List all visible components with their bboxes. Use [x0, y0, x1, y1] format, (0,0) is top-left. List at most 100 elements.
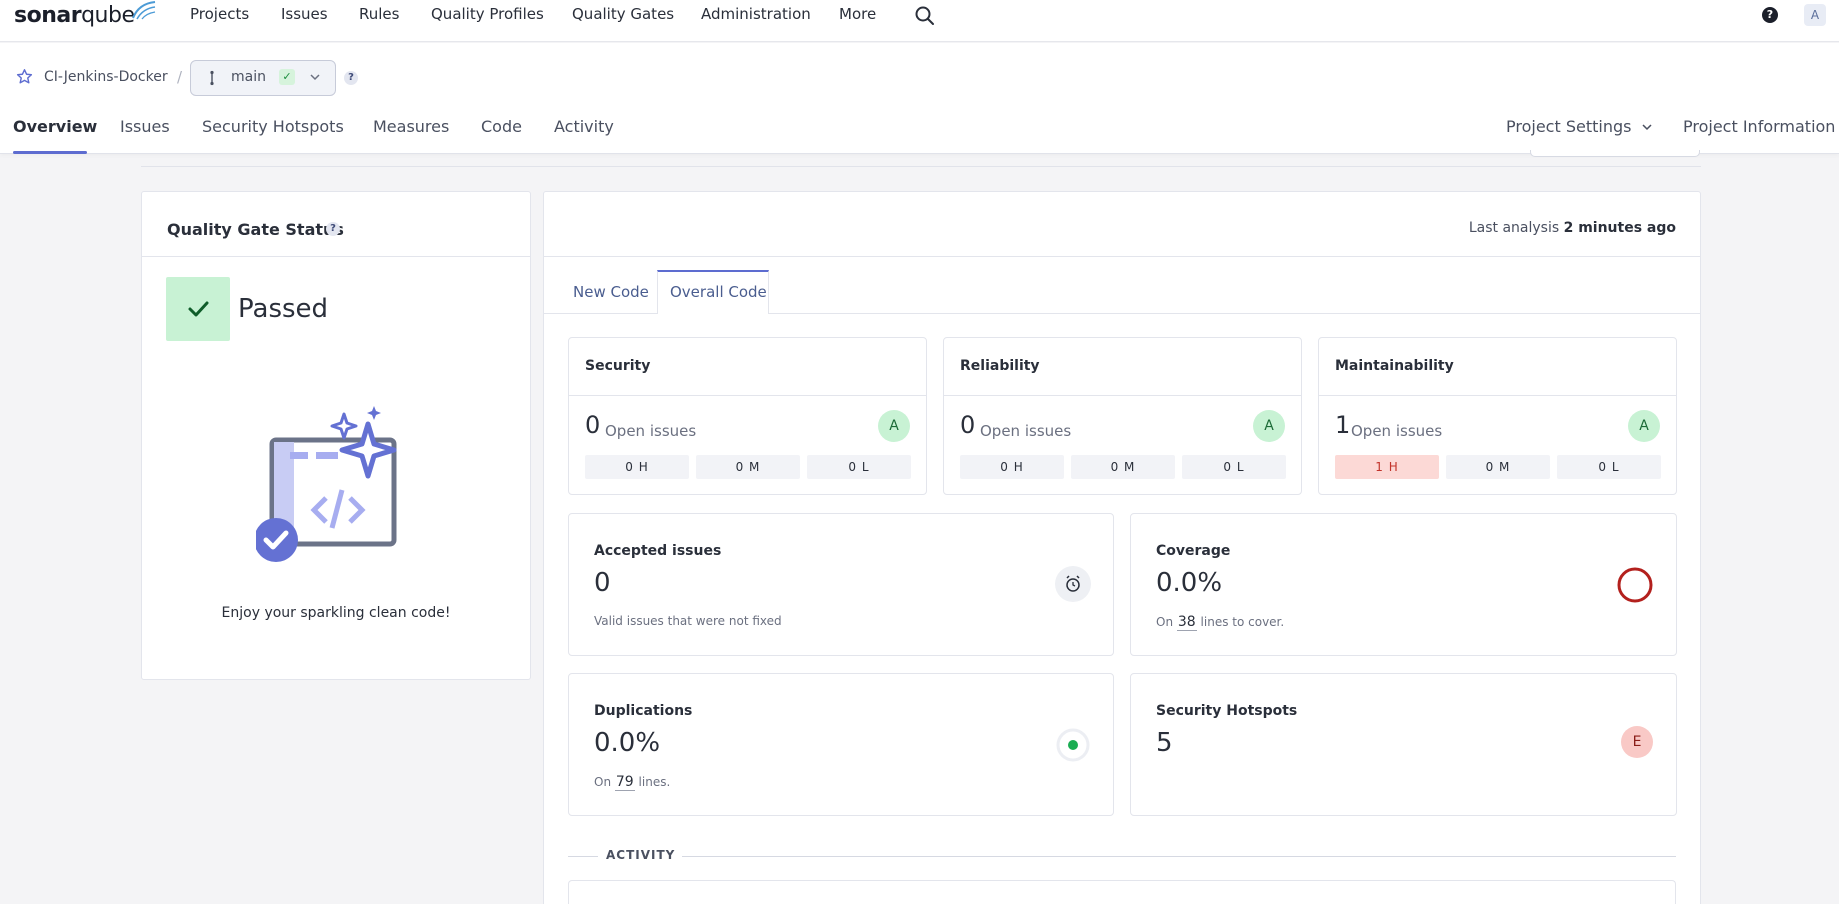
- security-count[interactable]: 0: [585, 411, 600, 439]
- nav-rules[interactable]: Rules: [359, 5, 399, 23]
- last-analysis-time: 2 minutes ago: [1563, 220, 1676, 236]
- quality-gate-status: Passed: [238, 294, 329, 324]
- nav-projects[interactable]: Projects: [190, 5, 249, 23]
- security-hotspots-card[interactable]: Security Hotspots 5 E: [1130, 673, 1677, 816]
- duplications-ring-icon: [1056, 728, 1090, 762]
- coverage-value[interactable]: 0.0%: [1156, 568, 1222, 598]
- branch-status-check-icon: ✓: [279, 69, 295, 85]
- reliability-medium[interactable]: 0 M: [1071, 455, 1175, 479]
- last-analysis: Last analysis 2 minutes ago: [1469, 220, 1676, 236]
- maintainability-title: Maintainability: [1335, 358, 1454, 374]
- duplications-subtitle: On 79 lines.: [594, 774, 671, 791]
- tab-activity[interactable]: Activity: [554, 117, 614, 136]
- maintainability-card[interactable]: Maintainability 1 Open issues A 1 H 0 M …: [1318, 337, 1677, 495]
- measures-card: Last analysis 2 minutes ago New Code Ove…: [543, 191, 1701, 904]
- coverage-subtitle: On 38 lines to cover.: [1156, 614, 1285, 631]
- logo-text-light: qube: [81, 3, 135, 28]
- duplications-sub-suffix: lines.: [638, 775, 671, 789]
- tab-new-code[interactable]: New Code: [573, 283, 649, 301]
- security-grade[interactable]: A: [878, 410, 910, 442]
- section-divider: [141, 166, 1701, 167]
- top-navigation-bar: sonar qube Projects Issues Rules Quality …: [0, 0, 1839, 42]
- activity-panel: [568, 880, 1676, 904]
- duplications-sub-prefix: On: [594, 775, 612, 789]
- accepted-issues-card[interactable]: Accepted issues 0 Valid issues that were…: [568, 513, 1114, 656]
- coverage-sub-prefix: On: [1156, 615, 1174, 629]
- sonar-waves-icon: [131, 1, 155, 20]
- nav-administration[interactable]: Administration: [701, 5, 811, 23]
- breadcrumb-separator: /: [177, 68, 183, 86]
- coverage-sub-suffix: lines to cover.: [1200, 615, 1285, 629]
- project-information-link[interactable]: Project Information: [1683, 117, 1835, 136]
- security-hotspots-grade[interactable]: E: [1621, 726, 1653, 758]
- tab-overall-code[interactable]: Overall Code: [670, 283, 767, 301]
- coverage-title: Coverage: [1156, 543, 1231, 559]
- divider: [568, 856, 598, 857]
- accepted-issues-subtitle: Valid issues that were not fixed: [594, 614, 782, 628]
- security-low[interactable]: 0 L: [807, 455, 911, 479]
- quality-gate-title: Quality Gate Status: [167, 220, 344, 239]
- tab-security-hotspots[interactable]: Security Hotspots: [202, 117, 344, 136]
- project-settings-label: Project Settings: [1506, 117, 1632, 136]
- divider: [142, 256, 530, 257]
- coverage-card[interactable]: Coverage 0.0% On 38 lines to cover.: [1130, 513, 1677, 656]
- security-open-label: Open issues: [605, 422, 697, 440]
- coverage-lines[interactable]: 38: [1176, 614, 1197, 631]
- duplications-title: Duplications: [594, 703, 693, 719]
- tab-overview[interactable]: Overview: [13, 117, 97, 136]
- reliability-count[interactable]: 0: [960, 411, 975, 439]
- duplications-value[interactable]: 0.0%: [594, 728, 660, 758]
- security-title: Security: [585, 358, 651, 374]
- project-settings-menu[interactable]: Project Settings: [1506, 117, 1653, 136]
- maintainability-low[interactable]: 0 L: [1557, 455, 1661, 479]
- avatar[interactable]: A: [1804, 4, 1826, 26]
- active-tab-indicator: [13, 151, 87, 154]
- tab-measures[interactable]: Measures: [373, 117, 449, 136]
- divider: [1319, 395, 1676, 396]
- nav-more[interactable]: More: [839, 5, 876, 23]
- security-hotspots-title: Security Hotspots: [1156, 703, 1298, 719]
- favorite-star-icon[interactable]: [16, 68, 33, 85]
- divider: [569, 395, 926, 396]
- duplications-lines[interactable]: 79: [614, 774, 635, 791]
- nav-quality-gates[interactable]: Quality Gates: [572, 5, 674, 23]
- coverage-ring-icon: [1617, 567, 1653, 603]
- reliability-grade[interactable]: A: [1253, 410, 1285, 442]
- accepted-issues-value[interactable]: 0: [594, 568, 611, 598]
- reliability-low[interactable]: 0 L: [1182, 455, 1286, 479]
- security-card[interactable]: Security 0 Open issues A 0 H 0 M 0 L: [568, 337, 927, 495]
- quality-gate-help-icon[interactable]: ?: [326, 222, 340, 236]
- activity-heading: ACTIVITY: [606, 848, 676, 862]
- partially-hidden-button[interactable]: [1530, 150, 1700, 157]
- last-analysis-prefix: Last analysis: [1468, 220, 1560, 236]
- security-hotspots-value[interactable]: 5: [1156, 728, 1173, 758]
- tab-code[interactable]: Code: [481, 117, 522, 136]
- help-icon[interactable]: ?: [1762, 7, 1778, 23]
- maintainability-count[interactable]: 1: [1335, 411, 1350, 439]
- maintainability-medium[interactable]: 0 M: [1446, 455, 1550, 479]
- nav-issues[interactable]: Issues: [281, 5, 328, 23]
- logo-text-bold: sonar: [14, 3, 82, 28]
- nav-quality-profiles[interactable]: Quality Profiles: [431, 5, 544, 23]
- branch-icon: [210, 70, 214, 86]
- duplications-card[interactable]: Duplications 0.0% On 79 lines.: [568, 673, 1114, 816]
- branch-help-icon[interactable]: ?: [344, 71, 358, 85]
- sonarqube-logo[interactable]: sonar qube: [14, 1, 155, 28]
- breadcrumb-project[interactable]: CI-Jenkins-Docker: [44, 69, 168, 85]
- branch-selector[interactable]: main ✓: [190, 60, 336, 96]
- divider: [544, 256, 1700, 257]
- reliability-title: Reliability: [960, 358, 1040, 374]
- security-medium[interactable]: 0 M: [696, 455, 800, 479]
- reliability-card[interactable]: Reliability 0 Open issues A 0 H 0 M 0 L: [943, 337, 1302, 495]
- tab-issues[interactable]: Issues: [120, 117, 170, 136]
- passed-check-icon: [166, 277, 230, 341]
- quality-gate-card: Quality Gate Status ? Passed Enjoy your …: [141, 191, 531, 680]
- maintainability-open-label: Open issues: [1351, 422, 1443, 440]
- maintainability-high[interactable]: 1 H: [1335, 455, 1439, 479]
- chevron-down-icon: [310, 74, 320, 81]
- security-high[interactable]: 0 H: [585, 455, 689, 479]
- quality-gate-message: Enjoy your sparkling clean code!: [221, 605, 451, 621]
- search-icon[interactable]: [914, 5, 936, 27]
- maintainability-grade[interactable]: A: [1628, 410, 1660, 442]
- reliability-high[interactable]: 0 H: [960, 455, 1064, 479]
